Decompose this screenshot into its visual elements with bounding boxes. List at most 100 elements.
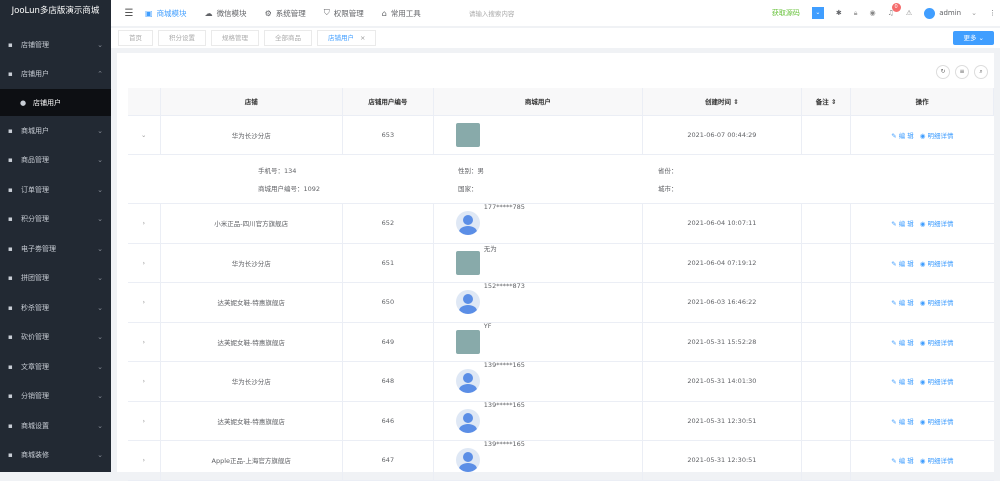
- lock-icon[interactable]: 🔒︎: [854, 9, 858, 18]
- sidebar-item[interactable]: ● 店铺用户: [0, 89, 111, 116]
- page-tab[interactable]: 首页: [118, 30, 153, 46]
- nav-tab[interactable]: ☁ 微信模块: [205, 8, 247, 19]
- sidebar-item-label: 拼团管理: [21, 274, 49, 283]
- page-tab[interactable]: 全部商品: [264, 30, 312, 46]
- more-button[interactable]: 更多 ⌄: [953, 31, 994, 45]
- chevron-icon: ⌄: [97, 156, 103, 165]
- remark-cell: [801, 361, 852, 402]
- expand-toggle-icon[interactable]: ›: [128, 361, 161, 402]
- actions-cell: ✎ 编 辑 ◉ 明细详情: [850, 115, 994, 155]
- page-tab[interactable]: 店铺用户 ×: [317, 30, 377, 46]
- sidebar-item[interactable]: ▪ 商品管理 ⌄: [0, 146, 111, 176]
- column-header[interactable]: 店铺: [160, 88, 343, 116]
- get-source-link[interactable]: 获取源码: [772, 8, 800, 18]
- sidebar-item[interactable]: ▪ 电子劵管理 ⌄: [0, 234, 111, 264]
- bug-icon[interactable]: ✱: [836, 9, 842, 17]
- expand-toggle-icon[interactable]: ›: [128, 322, 161, 362]
- expand-toggle-icon[interactable]: ›: [128, 440, 161, 481]
- eye-icon[interactable]: ◉: [870, 9, 876, 17]
- sidebar-item[interactable]: ▪ 秒杀管理 ⌄: [0, 293, 111, 323]
- nav-tab[interactable]: ⌂ 常用工具: [382, 8, 421, 19]
- sidebar-item[interactable]: ▪ 积分管理 ⌄: [0, 205, 111, 235]
- actions-cell: ✎ 编 辑 ◉ 明细详情: [850, 322, 994, 362]
- menu-toggle-icon[interactable]: ☰: [119, 8, 139, 19]
- column-header[interactable]: 备注 ⇕: [801, 88, 852, 116]
- sidebar-item[interactable]: ▪ 分销管理 ⌄: [0, 382, 111, 412]
- sidebar-item-label: 店铺用户: [33, 98, 61, 107]
- table-row: › 华为长沙分店 648 139*****165 2021-05-31 14:01:30…: [128, 361, 994, 402]
- bargain-icon: ▪: [8, 333, 13, 342]
- column-header[interactable]: 商城用户: [433, 88, 643, 116]
- nav-tab[interactable]: ▣ 商城模块: [145, 8, 187, 19]
- tab-label: 全部商品: [275, 34, 301, 42]
- detail-button[interactable]: ◉ 明细详情: [920, 260, 954, 268]
- sidebar: JooLun多店版演示商城 ▪ 店铺管理 ⌄ ▪ 店铺用户 ⌃ ● 店铺用户 ▪ 商城用户 ⌄ ▪ 商品…: [0, 0, 111, 472]
- sidebar-item[interactable]: ▪ 拼团管理 ⌄: [0, 264, 111, 294]
- edit-button[interactable]: ✎ 编 辑: [891, 378, 914, 386]
- detail-button[interactable]: ◉ 明细详情: [920, 457, 954, 465]
- user-name: 139*****165: [483, 440, 525, 449]
- page-tab[interactable]: 积分设置: [158, 30, 206, 46]
- expand-toggle-icon[interactable]: ⌄: [128, 115, 161, 155]
- table-row: ⌄ 华为长沙分店 653 2021-06-07 00:44:29 ✎ 编 辑 ◉ 明细详情: [128, 115, 994, 155]
- nav-tab[interactable]: ⚙ 系统管理: [265, 8, 306, 19]
- expand-toggle-icon[interactable]: ›: [128, 243, 161, 283]
- expand-toggle-icon[interactable]: ›: [128, 282, 161, 323]
- detail-button[interactable]: ◉ 明细详情: [920, 220, 954, 228]
- columns-icon[interactable]: ≡: [955, 65, 969, 79]
- search-icon[interactable]: ⌕: [974, 65, 988, 79]
- sidebar-item[interactable]: ▪ 店铺用户 ⌃: [0, 60, 111, 90]
- chevron-icon: ⌄: [97, 40, 103, 49]
- sidebar-item[interactable]: ▪ 文章管理 ⌄: [0, 352, 111, 382]
- sidebar-item[interactable]: ▪ 订单管理 ⌄: [0, 175, 111, 205]
- remark-cell: [801, 401, 852, 441]
- column-header[interactable]: 操作: [850, 88, 994, 116]
- edit-button[interactable]: ✎ 编 辑: [891, 299, 914, 307]
- detail-button[interactable]: ◉ 明细详情: [920, 339, 954, 347]
- user-cell: 177*****785: [433, 203, 643, 244]
- search-input[interactable]: 请输入搜索内容: [469, 8, 515, 18]
- column-header[interactable]: 店铺用户编号: [342, 88, 434, 116]
- detail-button[interactable]: ◉ 明细详情: [920, 418, 954, 426]
- sidebar-item[interactable]: ▪ 商城用户 ⌄: [0, 116, 111, 146]
- id-cell: 649: [342, 322, 434, 362]
- edit-button[interactable]: ✎ 编 辑: [891, 220, 914, 228]
- size-select[interactable]: ⌄: [811, 7, 824, 19]
- nav-tab[interactable]: ⛉ 权限管理: [324, 8, 364, 19]
- refresh-icon[interactable]: ↻: [936, 65, 950, 79]
- edit-button[interactable]: ✎ 编 辑: [891, 132, 914, 140]
- expand-toggle-icon[interactable]: ›: [128, 401, 161, 441]
- sidebar-item[interactable]: ▪ 商城装修 ⌄: [0, 441, 111, 471]
- page-tab[interactable]: 规格管理: [211, 30, 259, 46]
- sidebar-item-label: 分销管理: [21, 392, 49, 401]
- help-icon[interactable]: ⚠: [906, 9, 912, 17]
- edit-button[interactable]: ✎ 编 辑: [891, 339, 914, 347]
- edit-button[interactable]: ✎ 编 辑: [891, 457, 914, 465]
- edit-button[interactable]: ✎ 编 辑: [891, 260, 914, 268]
- sidebar-item[interactable]: ▪ 商城设置 ⌄: [0, 411, 111, 441]
- more-vert-icon[interactable]: ⋮: [989, 9, 996, 17]
- bell-icon[interactable]: ♫ 0: [888, 3, 901, 17]
- actions-cell: ✎ 编 辑 ◉ 明细详情: [850, 361, 994, 402]
- edit-button[interactable]: ✎ 编 辑: [891, 418, 914, 426]
- order-icon: ▪: [8, 185, 13, 194]
- sidebar-item[interactable]: ▪ 店铺管理 ⌄: [0, 30, 111, 60]
- share-icon: ▪: [8, 392, 13, 401]
- nav-label: 微信模块: [216, 8, 247, 18]
- sidebar-item-label: 商城装修: [21, 451, 49, 460]
- column-header[interactable]: 创建时间 ⇕: [642, 88, 802, 116]
- remark-cell: [801, 322, 852, 362]
- expand-toggle-icon[interactable]: ›: [128, 203, 161, 244]
- time-cell: 2021-06-03 16:46:22: [642, 282, 802, 323]
- sidebar-item[interactable]: ▪ 砍价管理 ⌄: [0, 323, 111, 353]
- chevron-icon: ⌄: [97, 185, 103, 194]
- user-menu[interactable]: admin ⌄: [924, 7, 977, 19]
- detail-button[interactable]: ◉ 明细详情: [920, 299, 954, 307]
- chevron-icon: ⌄: [97, 244, 103, 253]
- chevron-icon: ⌄: [97, 362, 103, 371]
- chevron-icon: ⌄: [97, 126, 103, 135]
- detail-button[interactable]: ◉ 明细详情: [920, 132, 954, 140]
- user-cell: 152*****873: [433, 282, 643, 323]
- close-icon[interactable]: ×: [360, 34, 365, 42]
- detail-button[interactable]: ◉ 明细详情: [920, 378, 954, 386]
